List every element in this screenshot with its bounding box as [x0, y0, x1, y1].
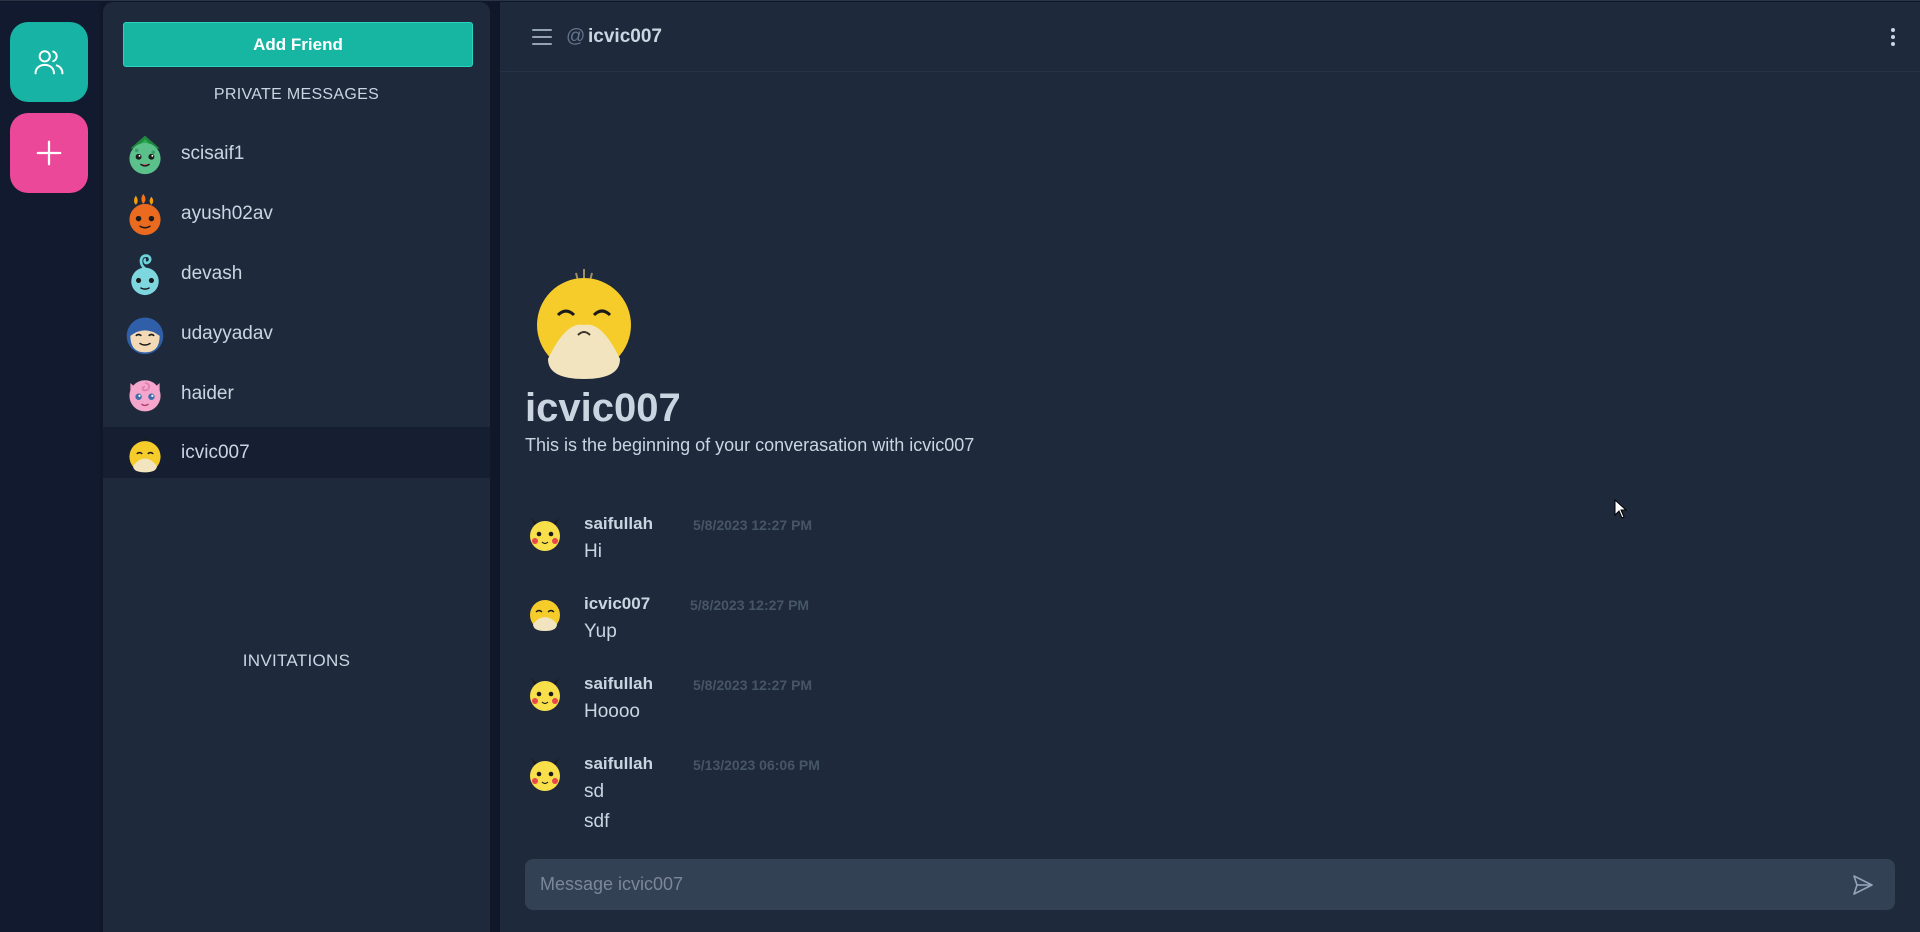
jigglypuff-avatar	[123, 372, 167, 416]
server-rail	[0, 2, 100, 932]
message-text: Hi	[584, 541, 602, 562]
invitations-heading: INVITATIONS	[242, 651, 351, 670]
friends-icon	[34, 50, 64, 75]
friend-name: devash	[181, 262, 243, 284]
app-window: Add Friend PRIVATE MESSAGES scisaif1 ayu…	[0, 0, 1920, 932]
message-timestamp: 5/13/2023 06:06 PM	[693, 757, 820, 773]
message-composer	[525, 859, 1895, 910]
friends-button[interactable]	[10, 22, 88, 102]
message-text: Yup	[584, 621, 617, 642]
message-input[interactable]	[525, 859, 1825, 910]
psyduck-avatar	[123, 431, 167, 475]
chat-username: icvic007	[588, 26, 662, 47]
pikachu-avatar	[525, 514, 565, 554]
friend-name: scisaif1	[181, 142, 245, 164]
psyduck-avatar	[534, 263, 634, 383]
add-friend-button[interactable]: Add Friend	[123, 22, 473, 67]
at-symbol: @	[566, 26, 586, 47]
friend-name: udayyadav	[181, 322, 273, 344]
message-timestamp: 5/8/2023 12:27 PM	[693, 677, 813, 693]
conversation-title: icvic007	[525, 386, 681, 430]
conversation-intro: This is the beginning of your converasat…	[525, 435, 975, 455]
friend-item-icvic007[interactable]: icvic007	[103, 427, 490, 478]
bulbasaur-avatar	[123, 132, 167, 176]
friend-item-udayyadav[interactable]: udayyadav	[103, 308, 490, 359]
pikachu-avatar	[525, 674, 565, 714]
create-server-button[interactable]	[10, 113, 88, 193]
friend-item-ayush02av[interactable]: ayush02av	[103, 188, 490, 239]
friend-item-devash[interactable]: devash	[103, 248, 490, 299]
psyduck-avatar	[525, 594, 565, 634]
menu-icon[interactable]	[532, 29, 552, 45]
message-text: sd	[584, 781, 605, 802]
mouse-cursor-icon	[1614, 499, 1628, 519]
chat-panel: @ icvic007 icvic007 This is the beginnin…	[500, 2, 1920, 932]
send-icon[interactable]	[1851, 873, 1875, 897]
squirtle-avatar	[123, 252, 167, 296]
snorlax-avatar	[123, 312, 167, 356]
message-text: Hoooo	[584, 701, 640, 722]
more-options-icon[interactable]	[1890, 28, 1896, 46]
private-messages-heading: PRIVATE MESSAGES	[213, 86, 380, 103]
message-author: icvic007	[584, 594, 651, 613]
friend-name: ayush02av	[181, 202, 273, 224]
message-author: saifullah	[584, 674, 653, 693]
charmander-avatar	[123, 192, 167, 236]
pikachu-avatar	[525, 754, 565, 794]
friend-name: icvic007	[181, 441, 250, 463]
message-text: sdf	[584, 811, 610, 832]
friend-item-haider[interactable]: haider	[103, 368, 490, 419]
message-timestamp: 5/8/2023 12:27 PM	[693, 517, 813, 533]
friend-name: haider	[181, 382, 234, 404]
plus-icon	[36, 140, 62, 166]
chat-header: @ icvic007	[500, 2, 1920, 72]
friend-item-scisaif1[interactable]: scisaif1	[103, 128, 490, 179]
message-timestamp: 5/8/2023 12:27 PM	[690, 597, 810, 613]
dm-sidebar: Add Friend PRIVATE MESSAGES scisaif1 ayu…	[103, 2, 490, 932]
message-author: saifullah	[584, 754, 653, 773]
message-author: saifullah	[584, 514, 653, 533]
